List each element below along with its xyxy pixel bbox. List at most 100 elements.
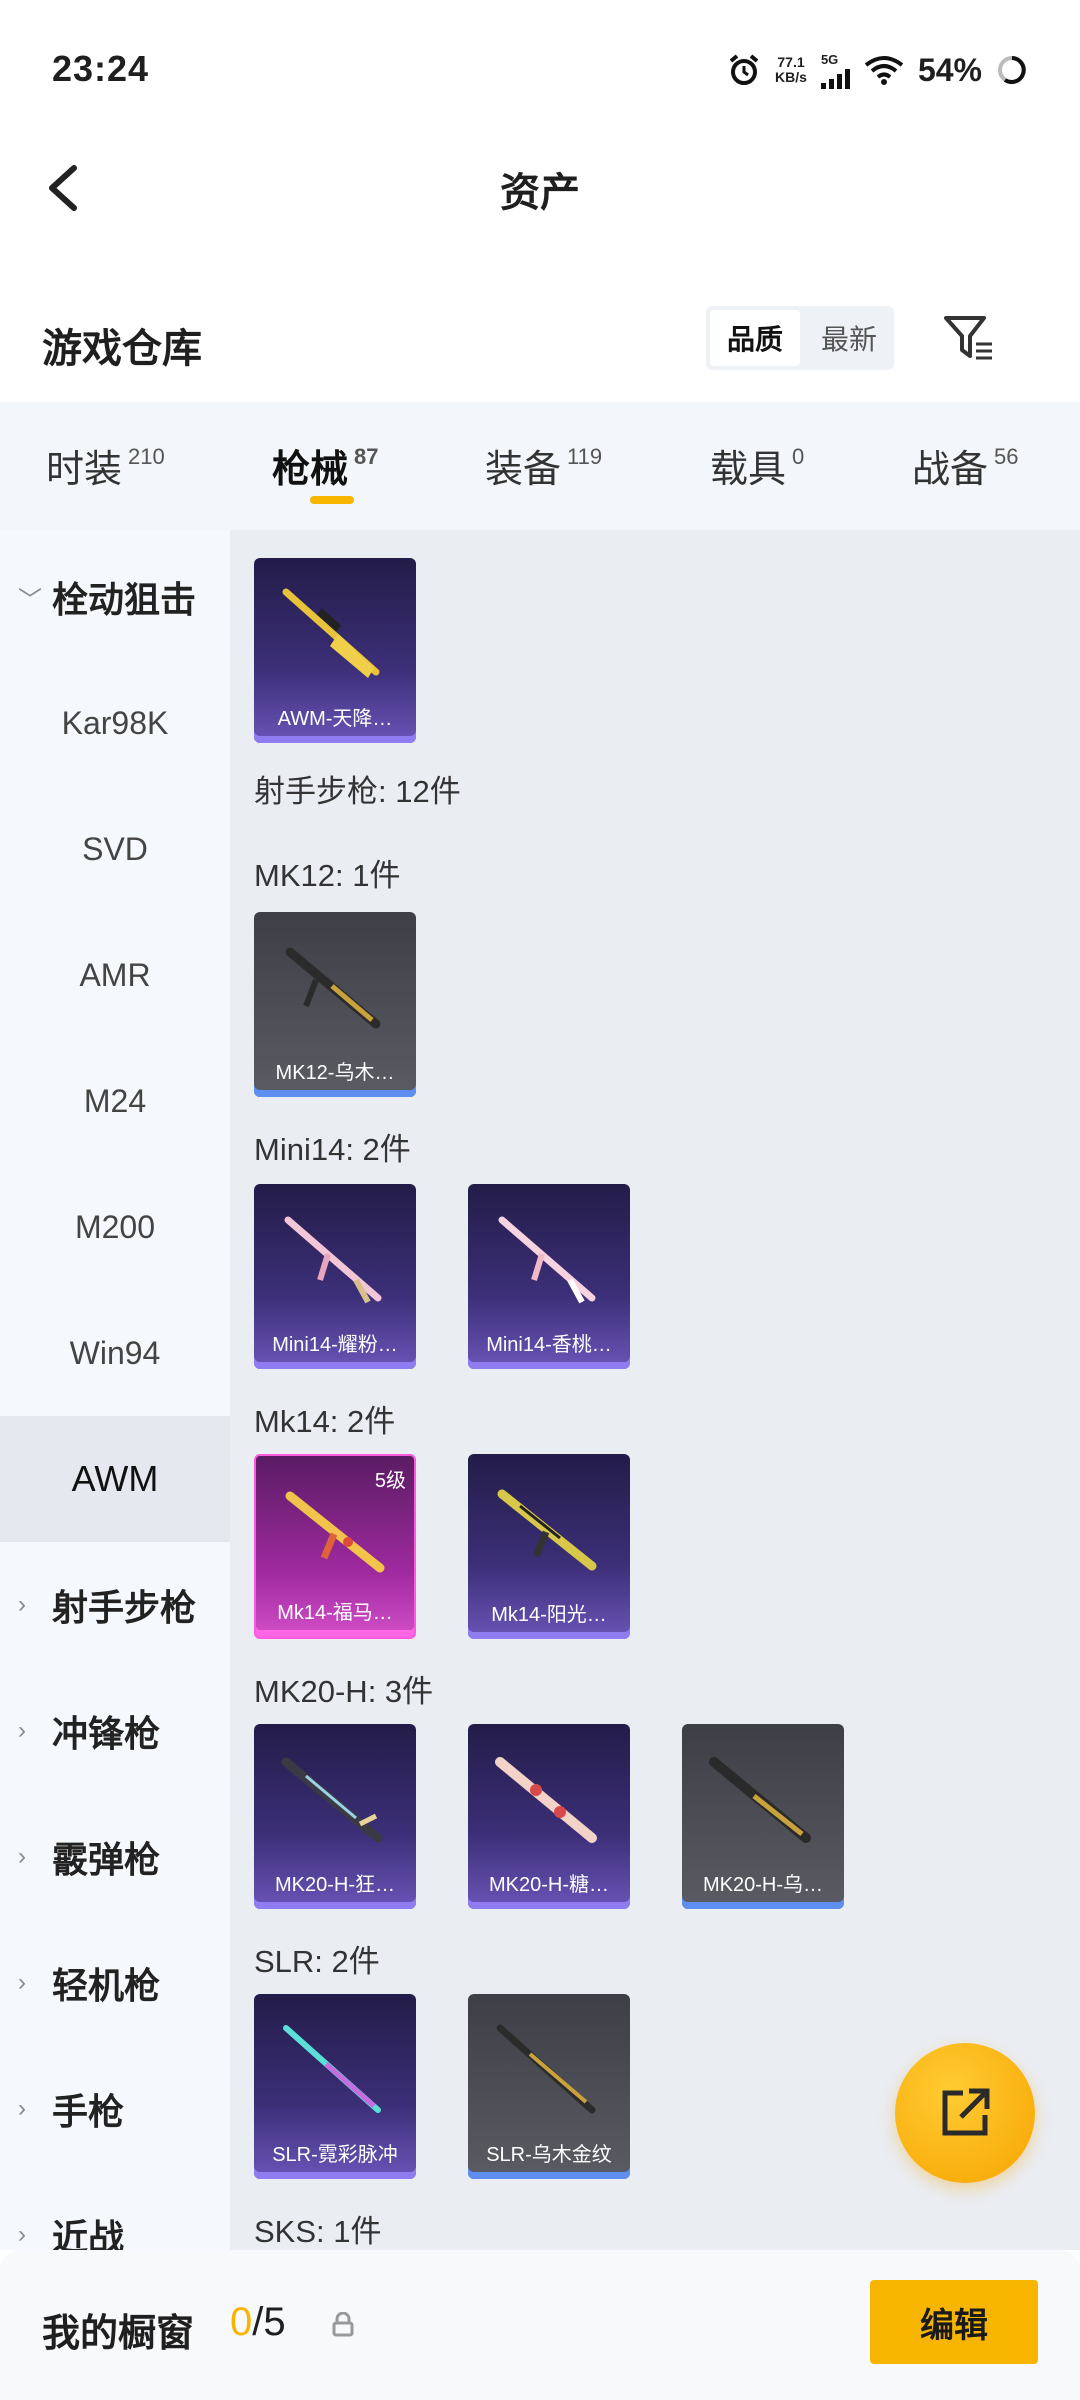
sort-quality-button[interactable]: 品质 xyxy=(710,310,800,366)
sidebar-category-label: 霰弹枪 xyxy=(52,1839,161,1880)
sidebar-category-dmr[interactable]: › 射手步枪 xyxy=(0,1542,230,1668)
sidebar-category-label: 轻机枪 xyxy=(52,1965,161,2006)
weapon-card-name: Mini14-香桃… xyxy=(486,1334,612,1356)
tab-label: 战备 xyxy=(912,449,989,491)
chevron-right-icon: › xyxy=(18,1843,26,1870)
group-header: Mini14: 2件 xyxy=(254,1132,411,1167)
weapon-card[interactable]: SLR-霓彩脉冲 xyxy=(254,1994,416,2179)
lock-icon xyxy=(332,2312,354,2337)
sidebar-category-label: 射手步枪 xyxy=(52,1587,197,1628)
rifle-icon xyxy=(284,1216,382,1304)
status-icons: 77.1 KB/s 5G 54% xyxy=(727,50,1028,90)
edit-button[interactable]: 编辑 xyxy=(870,2280,1038,2364)
share-button[interactable] xyxy=(895,2043,1035,2183)
weapon-card[interactable]: MK20-H-糖… xyxy=(468,1724,630,1909)
signal-icon: 5G xyxy=(820,51,850,89)
weapon-card[interactable]: MK20-H-乌… xyxy=(682,1724,844,1909)
rifle-icon xyxy=(285,947,381,1029)
signal-type: 5G xyxy=(820,51,839,67)
rifle-icon xyxy=(283,2025,381,2113)
weapon-card[interactable]: SLR-乌木金纹 xyxy=(468,1994,630,2179)
weapon-card[interactable]: MK12-乌木… xyxy=(254,912,416,1097)
weapon-sidebar: ﹀ 栓动狙击 Kar98K SVD AMR M24 M200 Win94 AWM… xyxy=(0,530,230,2258)
weapon-card-name: Mk14-福马… xyxy=(277,1602,393,1624)
rifle-icon xyxy=(282,588,380,678)
group-header: MK20-H: 3件 xyxy=(254,1674,434,1709)
page-title: 资产 xyxy=(500,171,580,215)
status-bar: 23:24 77.1 KB/s 5G 54% xyxy=(0,0,1080,140)
tab-equipment[interactable]: 装备 119 xyxy=(485,438,602,493)
weapon-card-name: MK20-H-糖… xyxy=(488,1874,609,1896)
weapon-card-name: MK20-H-狂… xyxy=(274,1874,395,1896)
net-speed-unit: KB/s xyxy=(775,69,807,85)
group-header: MK12: 1件 xyxy=(254,858,401,893)
sidebar-category-bolt-action[interactable]: ﹀ 栓动狙击 xyxy=(0,534,230,660)
weapon-card-name: SLR-霓彩脉冲 xyxy=(272,2144,398,2166)
tab-vehicles[interactable]: 载具 0 xyxy=(710,438,804,493)
sidebar-category-lmg[interactable]: › 轻机枪 xyxy=(0,1920,230,2046)
battery-level: 54% xyxy=(917,51,982,88)
group-header: SKS: 1件 xyxy=(254,2214,382,2249)
tab-supplies[interactable]: 战备 56 xyxy=(912,438,1019,493)
rifle-icon xyxy=(496,2024,596,2114)
rifle-icon xyxy=(281,1757,383,1843)
status-time: 23:24 xyxy=(52,48,150,89)
showcase-count: 0/5 xyxy=(230,2300,286,2345)
tab-count: 210 xyxy=(128,444,165,469)
sidebar-item-amr[interactable]: AMR xyxy=(0,912,230,1038)
weapon-card[interactable]: Mk14-阳光… xyxy=(468,1454,630,1639)
tab-label: 装备 xyxy=(485,449,562,491)
battery-ring-icon xyxy=(998,56,1026,84)
sidebar-category-label: 栓动狙击 xyxy=(52,579,197,620)
rifle-icon xyxy=(709,1757,811,1843)
sort-newest-button[interactable]: 最新 xyxy=(804,306,894,370)
tab-label: 枪械 xyxy=(272,449,349,491)
external-link-icon xyxy=(942,2088,990,2136)
net-speed: 77.1 KB/s xyxy=(775,55,807,85)
sidebar-item-m24[interactable]: M24 xyxy=(0,1038,230,1164)
group-header: Mk14: 2件 xyxy=(254,1404,396,1439)
showcase-total: /5 xyxy=(252,2300,286,2344)
warehouse-row: 游戏仓库 品质 最新 xyxy=(0,290,1080,400)
active-tab-indicator xyxy=(310,496,354,504)
chevron-right-icon: › xyxy=(18,2221,26,2248)
weapon-card[interactable]: AWM-天降… xyxy=(254,558,416,743)
chevron-right-icon: › xyxy=(18,2095,26,2122)
chevron-right-icon: › xyxy=(18,1717,26,1744)
sidebar-item-m200[interactable]: M200 xyxy=(0,1164,230,1290)
tab-label: 时装 xyxy=(46,449,123,491)
sort-toggle: 品质 最新 xyxy=(706,306,894,370)
weapon-card[interactable]: Mini14-香桃… xyxy=(468,1184,630,1369)
rifle-icon xyxy=(495,1757,597,1843)
tab-count: 87 xyxy=(354,444,379,469)
weapon-card-name: SLR-乌木金纹 xyxy=(486,2144,612,2166)
sidebar-item-win94[interactable]: Win94 xyxy=(0,1290,230,1416)
tab-count: 0 xyxy=(792,444,805,469)
tab-label: 载具 xyxy=(710,449,787,491)
tab-count: 119 xyxy=(567,444,603,469)
sidebar-category-shotgun[interactable]: › 霰弹枪 xyxy=(0,1794,230,1920)
sidebar-item-awm[interactable]: AWM xyxy=(0,1416,230,1542)
rifle-icon xyxy=(285,1491,385,1573)
weapon-grid: AWM-天降… 射手步枪: 12件 MK12: 1件 MK12-乌木… Mini… xyxy=(230,530,1080,2250)
weapon-card[interactable]: MK20-H-狂… xyxy=(254,1724,416,1909)
tab-firearms[interactable]: 枪械 87 xyxy=(272,438,379,493)
category-tabs: 时装 210 枪械 87 装备 119 载具 0 战备 56 xyxy=(0,402,1080,530)
warehouse-title: 游戏仓库 xyxy=(42,327,202,371)
tab-fashion[interactable]: 时装 210 xyxy=(46,438,165,493)
sidebar-category-pistol[interactable]: › 手枪 xyxy=(0,2046,230,2172)
weapon-card-name: AWM-天降… xyxy=(277,708,393,730)
app-header: 资产 xyxy=(0,140,1080,250)
weapon-card[interactable]: 5级 Mk14-福马… xyxy=(254,1454,416,1639)
sidebar-category-smg[interactable]: › 冲锋枪 xyxy=(0,1668,230,1794)
group-header: 射手步枪: 12件 xyxy=(254,774,461,809)
filter-icon[interactable] xyxy=(940,310,996,366)
chevron-down-icon: ﹀ xyxy=(18,586,42,614)
weapon-card-name: MK20-H-乌… xyxy=(702,1874,823,1896)
tab-count: 56 xyxy=(994,444,1019,469)
alarm-icon xyxy=(729,54,759,85)
group-header: SLR: 2件 xyxy=(254,1944,380,1979)
sidebar-item-kar98k[interactable]: Kar98K xyxy=(0,660,230,786)
sidebar-item-svd[interactable]: SVD xyxy=(0,786,230,912)
weapon-card[interactable]: Mini14-耀粉… xyxy=(254,1184,416,1369)
